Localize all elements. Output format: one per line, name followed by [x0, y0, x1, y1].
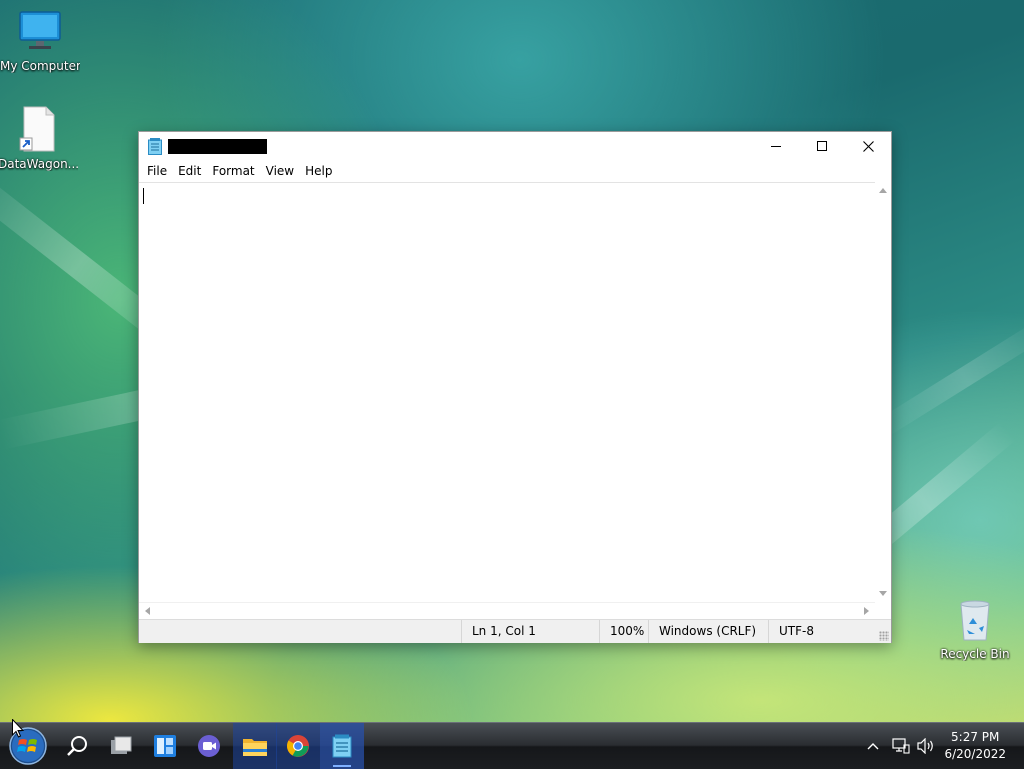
- close-button[interactable]: [845, 132, 891, 160]
- title-bar[interactable]: [139, 132, 891, 160]
- desktop-icon-my-computer[interactable]: My Computer: [0, 10, 80, 73]
- wallpaper-streak: [874, 315, 1024, 439]
- system-clock[interactable]: 5:27 PM 6/20/2022: [944, 729, 1006, 763]
- task-view-icon: [111, 736, 132, 754]
- maximize-icon: [817, 141, 827, 151]
- mouse-pointer-icon: [12, 719, 24, 738]
- taskbar: 5:27 PM 6/20/2022: [0, 722, 1024, 769]
- clock-time: 5:27 PM: [951, 730, 1000, 744]
- notepad-icon: [148, 138, 162, 159]
- horizontal-scrollbar[interactable]: [139, 602, 875, 619]
- menu-bar: File Edit Format View Help: [139, 160, 891, 182]
- chrome-icon: [287, 735, 309, 757]
- menu-file[interactable]: File: [143, 162, 173, 181]
- text-editor-area[interactable]: [139, 182, 875, 603]
- active-indicator: [333, 765, 351, 767]
- volume-button[interactable]: [914, 723, 938, 769]
- chat-icon: [198, 735, 220, 757]
- maximize-button[interactable]: [799, 132, 845, 160]
- status-bar: Ln 1, Col 1 100% Windows (CRLF) UTF-8: [139, 619, 891, 643]
- desktop-icon-label: DataWagon...: [0, 157, 78, 171]
- chat-button[interactable]: [187, 723, 231, 769]
- notepad-window[interactable]: File Edit Format View Help Ln 1, Col 1 1…: [138, 131, 892, 643]
- monitor-icon: [18, 11, 62, 57]
- file-explorer-icon: [243, 739, 267, 756]
- window-title-redacted: [168, 139, 267, 154]
- chevron-up-icon: [867, 743, 879, 750]
- text-caret: [143, 188, 144, 204]
- scrollbar-corner: [875, 602, 891, 618]
- volume-icon: [917, 738, 933, 754]
- search-icon: [67, 736, 87, 756]
- scroll-down-arrow-icon[interactable]: [879, 591, 887, 597]
- recycle-bin-icon: [955, 600, 995, 645]
- network-icon: [892, 738, 910, 754]
- clock-date: 6/20/2022: [944, 747, 1006, 761]
- show-hidden-icons-button[interactable]: [862, 723, 884, 769]
- desktop-icon-label: My Computer: [0, 59, 80, 73]
- close-icon: [862, 140, 874, 152]
- resize-grip[interactable]: [879, 631, 889, 641]
- network-button[interactable]: [889, 723, 913, 769]
- desktop-icon-recycle-bin[interactable]: Recycle Bin: [935, 598, 1015, 661]
- widgets-icon: [154, 735, 176, 757]
- task-view-button[interactable]: [99, 723, 143, 769]
- scroll-left-arrow-icon[interactable]: [144, 607, 150, 615]
- notepad-icon: [332, 734, 352, 758]
- status-encoding: UTF-8: [768, 620, 879, 643]
- file-explorer-button[interactable]: [233, 723, 277, 769]
- chrome-button[interactable]: [276, 723, 320, 769]
- menu-format[interactable]: Format: [208, 162, 260, 181]
- status-cursor-position: Ln 1, Col 1: [461, 620, 600, 643]
- shortcut-file-icon: [16, 106, 60, 155]
- vertical-scrollbar[interactable]: [875, 182, 891, 602]
- widgets-button[interactable]: [143, 723, 187, 769]
- minimize-button[interactable]: [753, 132, 799, 160]
- status-zoom: 100%: [599, 620, 650, 643]
- status-line-ending: Windows (CRLF): [648, 620, 769, 643]
- desktop-icon-datawagon[interactable]: DataWagon...: [0, 106, 78, 171]
- minimize-icon: [771, 146, 781, 147]
- notepad-taskbar-button[interactable]: [320, 723, 364, 769]
- scroll-right-arrow-icon[interactable]: [864, 607, 870, 615]
- search-button[interactable]: [55, 723, 99, 769]
- scroll-up-arrow-icon[interactable]: [879, 187, 887, 193]
- menu-help[interactable]: Help: [301, 162, 338, 181]
- desktop-icon-label: Recycle Bin: [940, 647, 1010, 661]
- menu-edit[interactable]: Edit: [174, 162, 207, 181]
- menu-view[interactable]: View: [262, 162, 300, 181]
